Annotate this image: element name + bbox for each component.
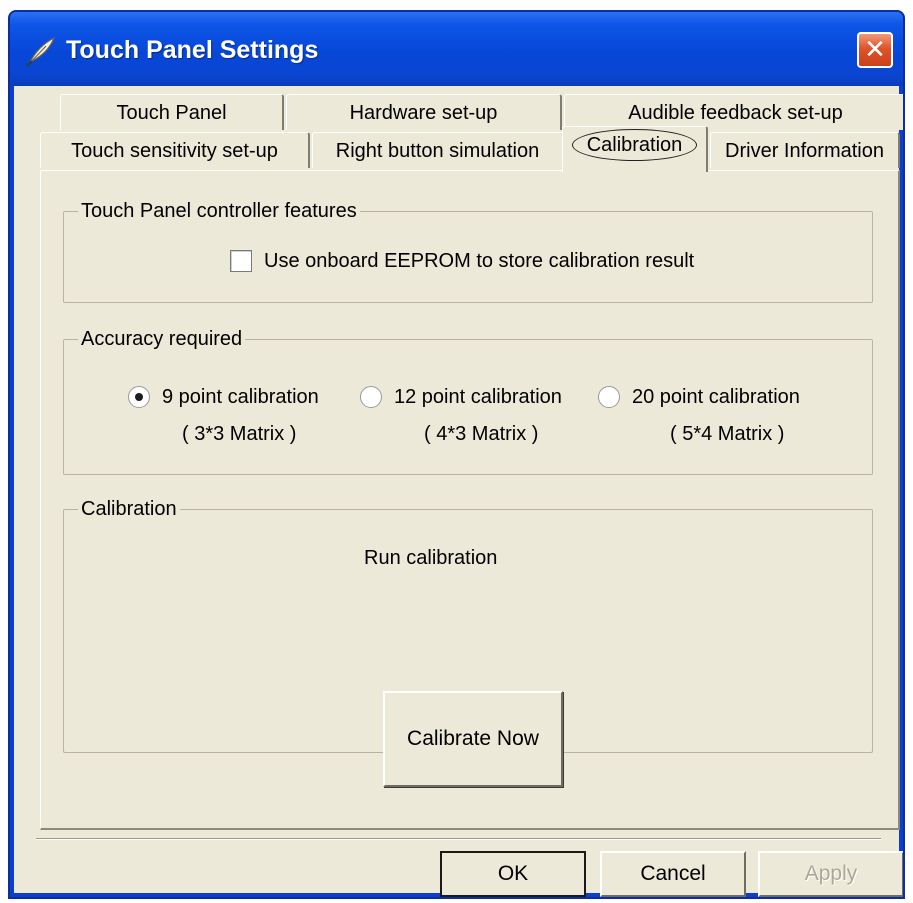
- feather-pen-icon: [26, 36, 56, 67]
- calibration-tab-panel: Touch Panel controller features Use onbo…: [40, 170, 900, 830]
- apply-button[interactable]: Apply: [758, 851, 903, 897]
- close-button[interactable]: ✕: [857, 32, 893, 68]
- tab-touch-sensitivity-setup[interactable]: Touch sensitivity set-up: [40, 132, 310, 168]
- tab-audible-feedback-setup[interactable]: Audible feedback set-up: [564, 94, 903, 130]
- tab-label: Calibration: [571, 129, 698, 161]
- eeprom-checkbox-label[interactable]: Use onboard EEPROM to store calibration …: [264, 249, 694, 273]
- radio-9-point[interactable]: [128, 386, 150, 408]
- tab-calibration[interactable]: Calibration: [562, 126, 708, 172]
- cancel-button[interactable]: Cancel: [600, 851, 746, 897]
- radio-20-point-label[interactable]: 20 point calibration: [632, 385, 800, 409]
- footer-separator: [36, 838, 881, 840]
- radio-12-point-matrix: ( 4*3 Matrix ): [424, 423, 539, 445]
- tab-touch-panel[interactable]: Touch Panel: [60, 94, 284, 130]
- accuracy-group: Accuracy required 9 point calibration ( …: [63, 327, 873, 475]
- run-calibration-label: Run calibration: [364, 547, 498, 569]
- tab-label: Driver Information: [725, 140, 884, 162]
- calibrate-now-button[interactable]: Calibrate Now: [383, 691, 563, 787]
- controller-features-group: Touch Panel controller features Use onbo…: [63, 199, 873, 303]
- tab-label: Right button simulation: [335, 140, 540, 162]
- tab-label: Touch sensitivity set-up: [71, 140, 278, 162]
- group-legend: Touch Panel controller features: [78, 199, 360, 223]
- tab-label: Touch Panel: [116, 102, 227, 124]
- window-title: Touch Panel Settings: [66, 36, 319, 64]
- group-legend: Accuracy required: [78, 327, 246, 351]
- dialog-client-area: Touch Panel Hardware set-up Audible feed…: [14, 86, 903, 897]
- ok-button[interactable]: OK: [440, 851, 586, 897]
- radio-9-point-label[interactable]: 9 point calibration: [162, 385, 319, 409]
- dialog-window: Touch Panel Settings ✕ Touch Panel Hardw…: [8, 10, 905, 899]
- group-legend: Calibration: [78, 497, 180, 521]
- title-bar[interactable]: Touch Panel Settings ✕: [10, 12, 903, 86]
- radio-selected-dot: [135, 393, 143, 401]
- radio-12-point-label[interactable]: 12 point calibration: [394, 385, 562, 409]
- radio-20-point[interactable]: [598, 386, 620, 408]
- radio-20-point-matrix: ( 5*4 Matrix ): [670, 423, 785, 445]
- tab-right-button-simulation[interactable]: Right button simulation: [312, 132, 564, 168]
- radio-12-point[interactable]: [360, 386, 382, 408]
- radio-9-point-matrix: ( 3*3 Matrix ): [182, 423, 297, 445]
- tab-hardware-setup[interactable]: Hardware set-up: [286, 94, 562, 130]
- eeprom-checkbox[interactable]: [230, 250, 252, 272]
- tab-label: Hardware set-up: [349, 102, 498, 124]
- tab-driver-information[interactable]: Driver Information: [710, 132, 900, 168]
